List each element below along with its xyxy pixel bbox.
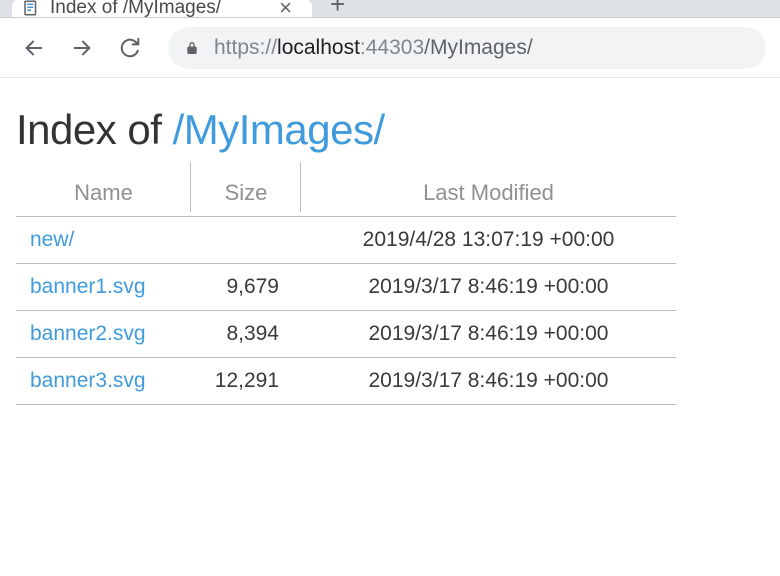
tab-title: Index of /MyImages/: [50, 0, 263, 19]
table-row: banner2.svg 8,3942019/3/17 8:46:19 +00:00: [16, 311, 676, 358]
cell-size: 9,679: [191, 264, 301, 311]
tab-favicon-icon: [22, 0, 40, 17]
url-text: https://localhost:44303/MyImages/: [214, 36, 533, 60]
cell-size: 8,394: [191, 311, 301, 358]
browser-toolbar: https://localhost:44303/MyImages/: [0, 18, 780, 78]
reload-button[interactable]: [110, 28, 150, 68]
address-bar[interactable]: https://localhost:44303/MyImages/: [168, 27, 766, 69]
url-scheme: https://: [214, 36, 277, 60]
file-link[interactable]: new/: [30, 228, 74, 251]
cell-size: [191, 217, 301, 264]
url-port: :44303: [360, 36, 424, 60]
cell-modified: 2019/3/17 8:46:19 +00:00: [301, 358, 676, 405]
table-row: banner3.svg 12,2912019/3/17 8:46:19 +00:0…: [16, 358, 676, 405]
cell-modified: 2019/3/17 8:46:19 +00:00: [301, 264, 676, 311]
url-host: localhost: [277, 36, 360, 60]
heading-prefix: Index of: [16, 106, 173, 153]
cell-name: banner2.svg: [16, 311, 191, 358]
cell-size: 12,291: [191, 358, 301, 405]
cell-name: banner1.svg: [16, 264, 191, 311]
column-header-modified[interactable]: Last Modified: [301, 170, 676, 217]
column-header-name[interactable]: Name: [16, 170, 191, 217]
cell-modified: 2019/3/17 8:46:19 +00:00: [301, 311, 676, 358]
page-content: Index of /MyImages/ Name Size Last Modif…: [0, 78, 780, 405]
cell-name: banner3.svg: [16, 358, 191, 405]
table-row: new/2019/4/28 13:07:19 +00:00: [16, 217, 676, 264]
directory-listing-table: Name Size Last Modified new/2019/4/28 13…: [16, 170, 676, 405]
file-link[interactable]: banner3.svg: [30, 369, 146, 392]
forward-button[interactable]: [62, 28, 102, 68]
column-header-size[interactable]: Size: [191, 170, 301, 217]
file-link[interactable]: banner1.svg: [30, 275, 146, 298]
heading-path: /MyImages/: [173, 106, 385, 153]
back-button[interactable]: [14, 28, 54, 68]
lock-icon: [184, 40, 200, 56]
cell-modified: 2019/4/28 13:07:19 +00:00: [301, 217, 676, 264]
tab-bar: Index of /MyImages/ × +: [0, 0, 780, 18]
page-title: Index of /MyImages/: [16, 106, 764, 154]
url-path: /MyImages/: [424, 36, 533, 60]
tab-close-icon[interactable]: ×: [273, 0, 298, 21]
table-row: banner1.svg 9,6792019/3/17 8:46:19 +00:00: [16, 264, 676, 311]
cell-name: new/: [16, 217, 191, 264]
browser-tab[interactable]: Index of /MyImages/ ×: [12, 0, 312, 17]
new-tab-button[interactable]: +: [312, 0, 363, 17]
file-link[interactable]: banner2.svg: [30, 322, 146, 345]
